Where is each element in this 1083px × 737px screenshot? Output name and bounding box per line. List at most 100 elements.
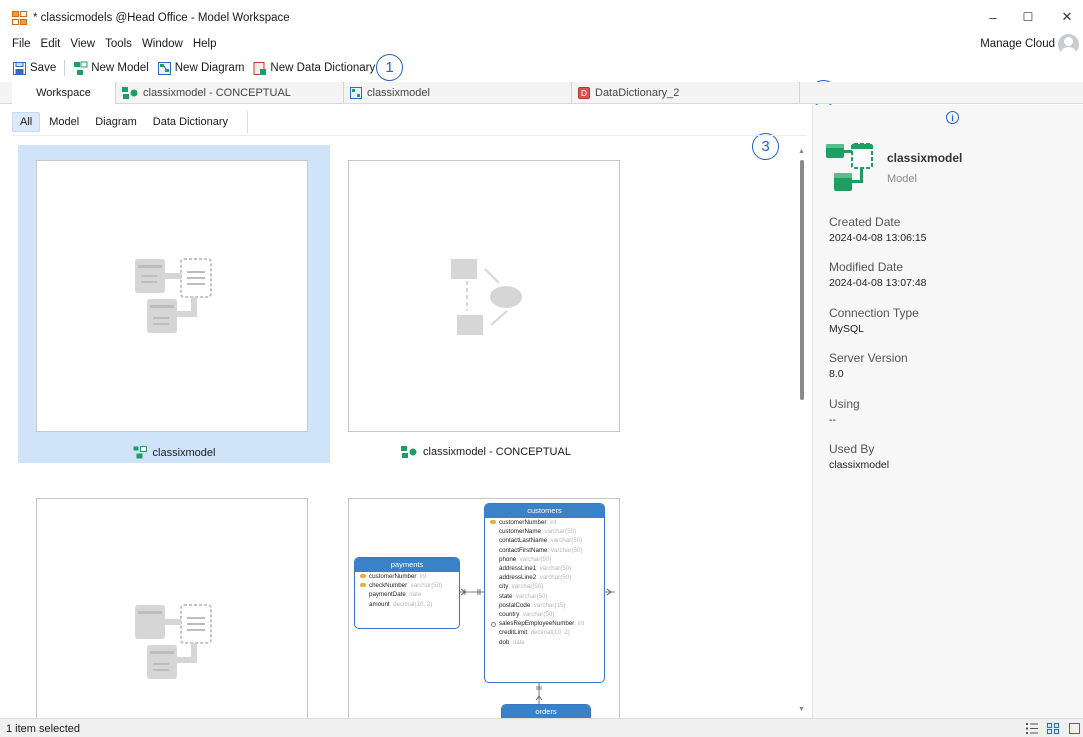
er-field-name: amount (369, 600, 390, 608)
tab-label: classixmodel (367, 87, 430, 99)
item-thumbnail (36, 160, 308, 432)
er-entity-fields: customerNumber: int customerName: varchar… (485, 518, 604, 647)
new-diagram-label: New Diagram (174, 62, 245, 74)
tab-classixmodel-conceptual[interactable]: classixmodel - CONCEPTUAL (116, 82, 344, 104)
svg-text:D: D (581, 89, 587, 98)
er-field-type: : decimal(10, 2) (527, 629, 570, 637)
er-field-type: : varchar(50) (519, 611, 555, 619)
filter-model[interactable]: Model (42, 113, 86, 131)
er-field-row: contactLastName: varchar(50) (485, 536, 604, 545)
er-field-name: state (499, 592, 513, 600)
close-button[interactable]: ✕ (1055, 7, 1079, 27)
tab-classixmodel[interactable]: classixmodel (344, 82, 572, 104)
workspace-item-card[interactable]: payments customerNumber: int checkNumber:… (330, 483, 642, 737)
title-bar: * classicmodels @Head Office - Model Wor… (0, 0, 1083, 36)
conceptual-model-icon (401, 446, 417, 458)
er-field-name: creditLimit (499, 629, 528, 637)
callout-3: 3 (752, 133, 779, 160)
new-data-dictionary-button[interactable]: New Data Dictionary (248, 61, 379, 76)
status-text: 1 item selected (6, 723, 80, 735)
er-field-name: paymentDate (369, 591, 406, 599)
new-diagram-icon (157, 61, 171, 75)
tab-datadictionary-2[interactable]: D DataDictionary_2 (572, 82, 800, 104)
model-large-icon (826, 143, 873, 191)
filter-all[interactable]: All (12, 112, 41, 132)
user-avatar-icon[interactable] (1058, 34, 1079, 55)
save-label: Save (30, 62, 57, 74)
er-field-name: dob (499, 638, 510, 646)
workspace-vertical-scrollbar[interactable]: ▲ ▼ (796, 146, 808, 718)
menu-window[interactable]: Window (137, 36, 188, 54)
er-entity-payments: payments customerNumber: int checkNumber:… (354, 557, 460, 629)
field-value: 2024-04-08 13:07:48 (829, 277, 927, 289)
window-title: * classicmodels @Head Office - Model Wor… (33, 12, 290, 24)
er-field-name: checkNumber (369, 582, 408, 590)
er-field-row: salesRepEmployeeNumber: int (485, 619, 604, 628)
type-filter-bar: All Model Diagram Data Dictionary (12, 111, 248, 133)
er-field-row: checkNumber: varchar(50) (355, 581, 459, 590)
menu-help[interactable]: Help (188, 36, 222, 54)
er-field-type: : varchar(50) (547, 546, 583, 554)
details-type: Model (887, 173, 917, 185)
er-field-row: customerNumber: int (355, 572, 459, 581)
new-model-button[interactable]: New Model (69, 61, 153, 76)
save-button[interactable]: Save (0, 61, 60, 76)
new-data-dictionary-icon (253, 61, 267, 75)
item-label: classixmodel (18, 446, 330, 459)
er-field-row: paymentDate: date (355, 590, 459, 599)
menu-edit[interactable]: Edit (36, 36, 66, 54)
field-value: MySQL (829, 323, 865, 335)
er-field-type: : varchar(50) (512, 592, 548, 600)
minimize-button[interactable]: – (981, 7, 1005, 27)
conceptual-model-icon (122, 87, 138, 99)
details-view-icon[interactable] (1068, 722, 1080, 735)
er-field-type: : varchar(50) (536, 565, 572, 573)
er-field-row: contactFirstName: varchar(50) (485, 546, 604, 555)
scroll-down-arrow-icon[interactable]: ▼ (798, 706, 805, 713)
item-name: classixmodel - CONCEPTUAL (423, 446, 571, 458)
er-field-row: customerNumber: int (485, 518, 604, 527)
field-value: classixmodel (829, 459, 890, 471)
content-divider (12, 135, 807, 136)
manage-cloud-link[interactable]: Manage Cloud (980, 38, 1055, 50)
scrollbar-thumb[interactable] (800, 160, 804, 400)
workspace-item-card[interactable] (18, 483, 330, 737)
grid-view-icon[interactable] (1046, 722, 1060, 735)
menu-bar: File Edit View Tools Window Help (0, 36, 222, 54)
info-icon[interactable]: i (946, 111, 959, 124)
tab-label: classixmodel - CONCEPTUAL (143, 87, 291, 99)
er-entity-title: customers (485, 504, 604, 518)
er-field-type: : varchar(50) (508, 583, 544, 591)
menu-file[interactable]: File (0, 36, 36, 54)
er-field-name: salesRepEmployeeNumber (499, 620, 575, 628)
maximize-button[interactable]: ☐ (1016, 7, 1040, 27)
filter-diagram[interactable]: Diagram (88, 113, 144, 131)
er-field-type: : varchar(50) (536, 574, 572, 582)
er-field-name: addressLine2 (499, 574, 537, 582)
tab-label: DataDictionary_2 (595, 87, 680, 99)
scroll-up-arrow-icon[interactable]: ▲ (798, 148, 805, 155)
details-field-modified-date: Modified Date 2024-04-08 13:07:48 (829, 260, 927, 289)
model-icon (350, 87, 362, 99)
new-model-label: New Model (91, 62, 149, 74)
list-view-icon[interactable] (1025, 722, 1039, 735)
tab-label: Workspace (36, 87, 91, 99)
menu-view[interactable]: View (65, 36, 100, 54)
data-dictionary-icon: D (578, 87, 590, 99)
item-thumbnail (36, 498, 308, 737)
er-field-name: phone (499, 555, 517, 563)
er-field-name: city (499, 583, 509, 591)
conceptual-placeholder-icon (451, 259, 522, 335)
er-field-name: country (499, 611, 520, 619)
model-placeholder-icon (135, 604, 212, 679)
workspace-item-card[interactable]: classixmodel (18, 145, 330, 463)
er-field-type: : int (574, 620, 585, 628)
field-label: Connection Type (829, 306, 919, 320)
menu-tools[interactable]: Tools (100, 36, 137, 54)
tab-workspace[interactable]: Workspace (12, 82, 116, 104)
er-field-name: postalCode (499, 601, 531, 609)
workspace-item-card[interactable]: classixmodel - CONCEPTUAL (330, 145, 642, 463)
er-field-type: : int (416, 573, 427, 580)
filter-data-dictionary[interactable]: Data Dictionary (146, 113, 235, 131)
new-diagram-button[interactable]: New Diagram (153, 61, 249, 76)
